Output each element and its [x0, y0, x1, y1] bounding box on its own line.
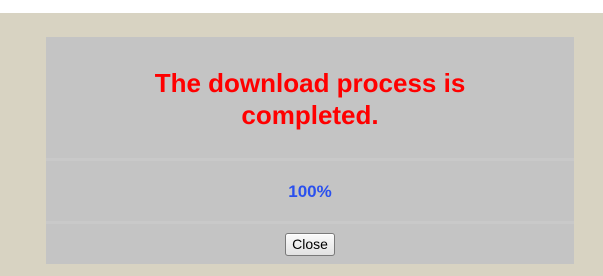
button-row: Close	[46, 224, 574, 264]
message-row: The download process is completed.	[46, 37, 574, 158]
progress-percent: 100%	[288, 182, 332, 201]
completion-message: The download process is completed.	[154, 67, 466, 130]
top-band	[0, 0, 603, 13]
close-button[interactable]: Close	[285, 233, 335, 256]
progress-row: 100%	[46, 161, 574, 221]
download-dialog: The download process is completed. 100% …	[46, 37, 574, 264]
